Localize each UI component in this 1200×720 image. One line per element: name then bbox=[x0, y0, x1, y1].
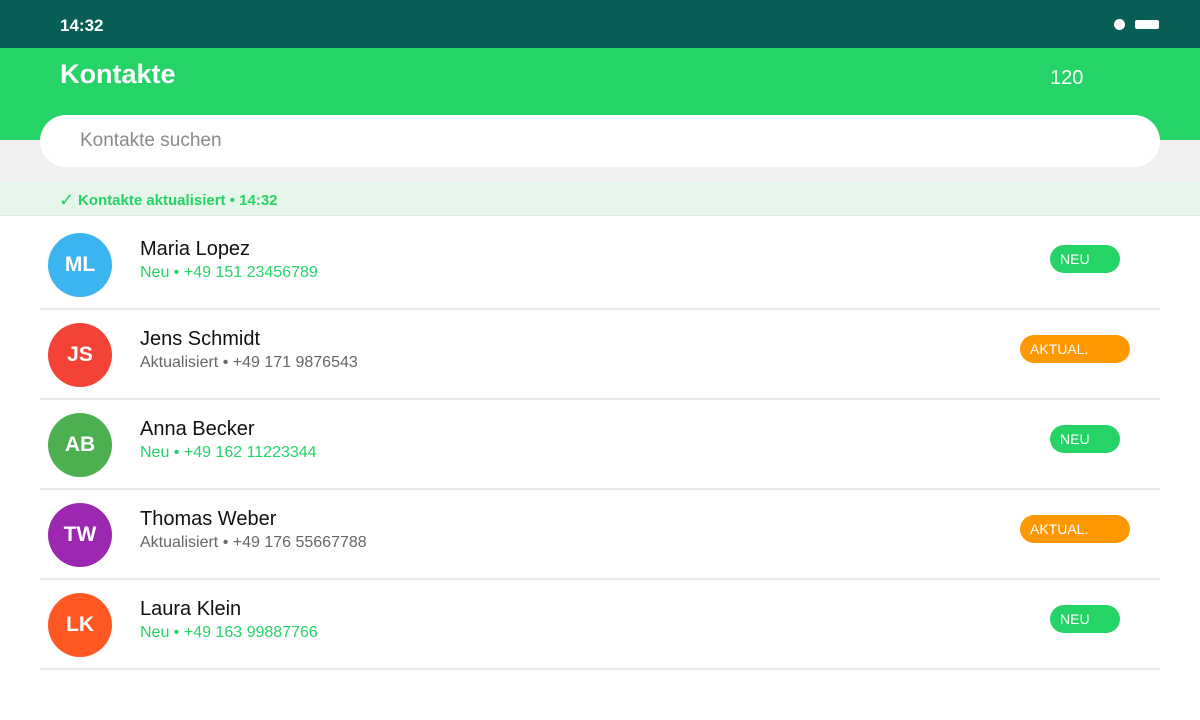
avatar: JS bbox=[48, 323, 112, 387]
contact-row[interactable]: LK Laura Klein Neu • +49 163 99887766 NE… bbox=[40, 580, 1160, 670]
contact-row[interactable]: AB Anna Becker Neu • +49 162 11223344 NE… bbox=[40, 400, 1160, 490]
contact-name: Maria Lopez bbox=[140, 238, 251, 260]
contact-name: Thomas Weber bbox=[140, 508, 277, 530]
contact-count: 120 bbox=[1050, 67, 1084, 89]
status-badge: NEU bbox=[1050, 245, 1120, 273]
contact-detail: Neu • +49 162 11223344 bbox=[140, 444, 317, 461]
status-badge: AKTUAL. bbox=[1020, 515, 1130, 543]
contact-row[interactable]: TW Thomas Weber Aktualisiert • +49 176 5… bbox=[40, 490, 1160, 580]
page-title: Kontakte bbox=[60, 59, 176, 89]
contact-detail: Aktualisiert • +49 171 9876543 bbox=[140, 354, 358, 371]
avatar: LK bbox=[48, 593, 112, 657]
contact-row[interactable]: ML Maria Lopez Neu • +49 151 23456789 NE… bbox=[40, 220, 1160, 310]
contact-row[interactable]: JS Jens Schmidt Aktualisiert • +49 171 9… bbox=[40, 310, 1160, 400]
status-badge: NEU bbox=[1050, 425, 1120, 453]
status-badge: NEU bbox=[1050, 605, 1120, 633]
contact-name: Anna Becker bbox=[140, 418, 255, 440]
checkmark-icon: ✓ bbox=[59, 190, 75, 210]
status-bar bbox=[0, 0, 1200, 48]
avatar: TW bbox=[48, 503, 112, 567]
contact-detail: Neu • +49 151 23456789 bbox=[140, 264, 318, 281]
contact-list: ML Maria Lopez Neu • +49 151 23456789 NE… bbox=[40, 220, 1160, 670]
battery-icon bbox=[1135, 20, 1159, 29]
sync-status-text: Kontakte aktualisiert • 14:32 bbox=[78, 192, 278, 209]
contact-detail: Aktualisiert • +49 176 55667788 bbox=[140, 534, 367, 551]
avatar: ML bbox=[48, 233, 112, 297]
signal-icon bbox=[1114, 19, 1125, 30]
status-badge: AKTUAL. bbox=[1020, 335, 1130, 363]
status-time: 14:32 bbox=[60, 16, 104, 35]
search-input[interactable] bbox=[40, 115, 1160, 167]
contact-name: Jens Schmidt bbox=[140, 328, 261, 350]
avatar: AB bbox=[48, 413, 112, 477]
contact-name: Laura Klein bbox=[140, 598, 242, 620]
contact-detail: Neu • +49 163 99887766 bbox=[140, 624, 318, 641]
